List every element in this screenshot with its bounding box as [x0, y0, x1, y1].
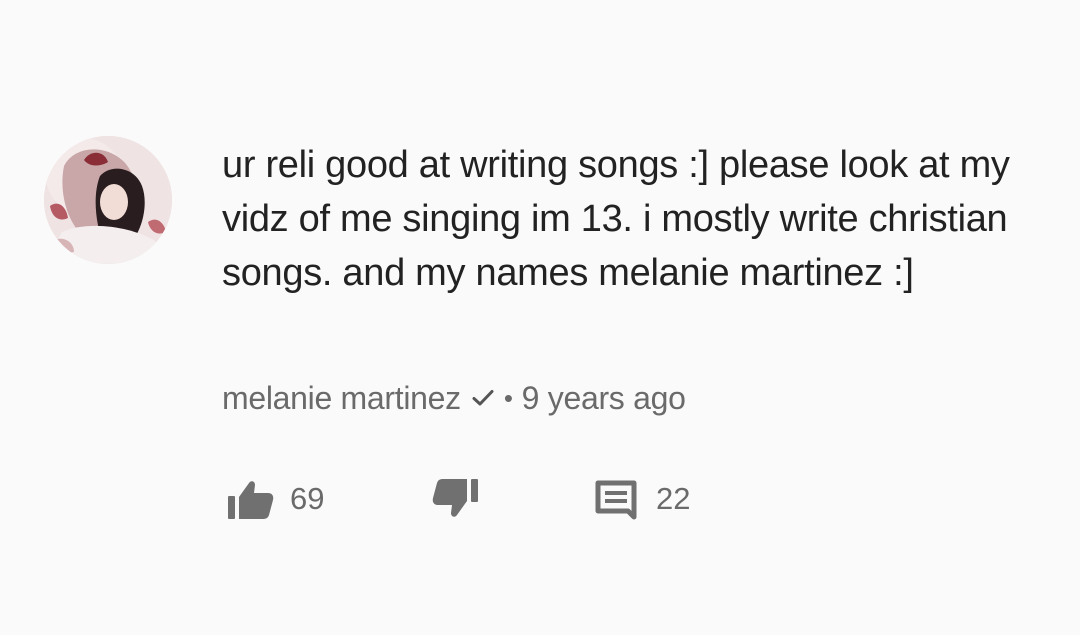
comment-text: ur reli good at writing songs :] please … [222, 144, 1010, 294]
reply-button[interactable]: 22 [590, 474, 690, 524]
page: ur reli good at writing songs :] please … [0, 0, 1080, 635]
comment-timestamp[interactable]: 9 years ago [522, 380, 686, 417]
like-button[interactable]: 69 [224, 474, 324, 524]
reply-count: 22 [656, 481, 691, 516]
avatar[interactable] [44, 136, 172, 264]
like-count: 69 [290, 481, 325, 516]
thumbs-down-icon [430, 477, 482, 521]
avatar-photo-icon [44, 136, 172, 264]
comment-actions: 69 22 [222, 474, 782, 524]
thumbs-up-icon [224, 477, 276, 521]
comment-thread-item: ur reli good at writing songs :] please … [0, 0, 1080, 635]
meta-separator: • [503, 382, 513, 413]
comment-icon [590, 477, 642, 521]
comment-meta: melanie martinez • 9 years ago [222, 376, 686, 420]
author-name[interactable]: melanie martinez [222, 380, 461, 417]
dislike-button[interactable] [430, 474, 482, 524]
checkmark-icon [471, 386, 495, 410]
